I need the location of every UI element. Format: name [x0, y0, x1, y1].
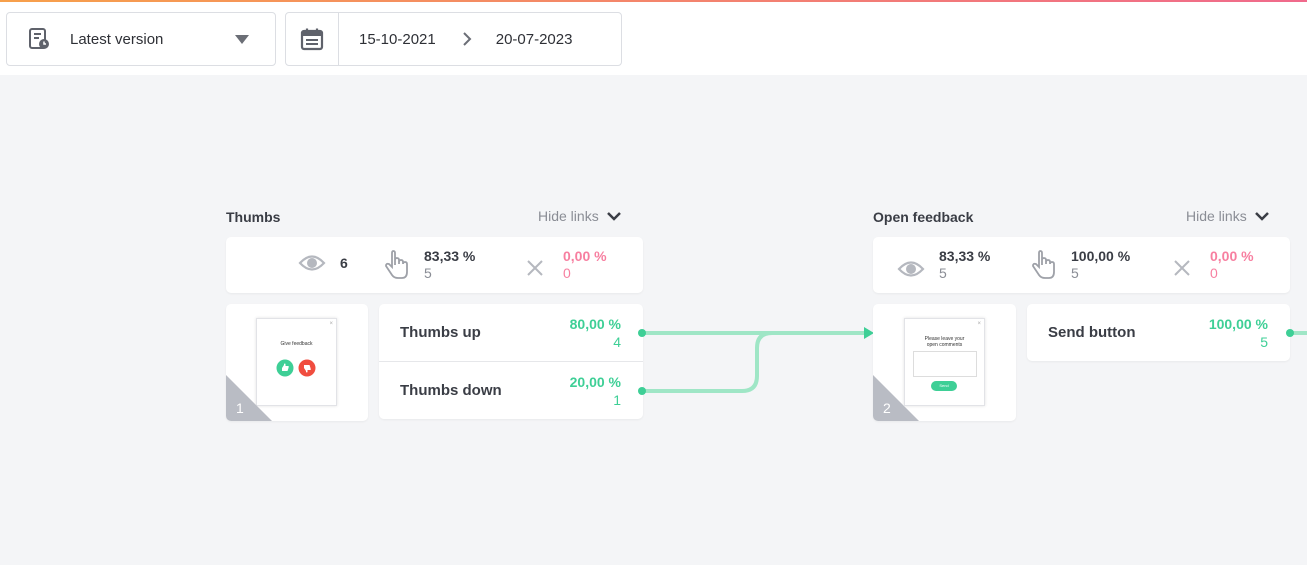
- chevron-down-icon: [606, 212, 621, 221]
- step-number-corner: [226, 375, 272, 421]
- option-pct: 80,00 %: [569, 316, 621, 332]
- views-value: 6: [340, 254, 348, 271]
- link-handle-thumbs-up[interactable]: [638, 329, 646, 337]
- hide-links-label: Hide links: [538, 208, 599, 224]
- interactions-stat: 100,00 % 5: [1029, 248, 1130, 282]
- chevron-down-icon: [1254, 212, 1269, 221]
- hide-links-label: Hide links: [1186, 208, 1247, 224]
- closed-count: 0: [1210, 265, 1218, 281]
- views-count: 5: [939, 265, 947, 281]
- interactions-count: 5: [1071, 265, 1079, 281]
- hand-pointer-icon: [385, 250, 408, 279]
- option-send-button[interactable]: Send button 100,00 % 5: [1027, 304, 1290, 362]
- hide-links-thumbs[interactable]: Hide links: [538, 208, 621, 224]
- closed-stat: 0,00 % 0: [525, 248, 607, 282]
- step-number-corner: [873, 375, 919, 421]
- preview-title: Please leave your open comments: [924, 336, 965, 348]
- step-preview-open-feedback[interactable]: × Please leave your open comments Send 2: [873, 304, 1016, 421]
- link-handle-send-button[interactable]: [1286, 329, 1294, 337]
- interactions-pct: 100,00 %: [1071, 248, 1131, 264]
- interactions-count: 5: [424, 265, 432, 281]
- step-title-thumbs: Thumbs: [226, 209, 281, 225]
- closed-pct: 0,00 %: [563, 248, 607, 264]
- hand-pointer-icon: [1032, 250, 1055, 279]
- option-label: Send button: [1048, 324, 1136, 341]
- step-number: 2: [883, 400, 891, 416]
- stats-card-thumbs: 6 83,33 % 5 0,00 % 0: [226, 237, 643, 293]
- option-count: 4: [613, 334, 621, 350]
- close-x-icon: [1174, 260, 1190, 276]
- interactions-pct: 83,33 %: [424, 248, 476, 264]
- option-label: Thumbs up: [400, 324, 481, 341]
- option-pct: 100,00 %: [1208, 316, 1268, 332]
- close-x-icon: [527, 260, 543, 276]
- option-count: 1: [613, 392, 621, 408]
- closed-pct: 0,00 %: [1210, 248, 1254, 264]
- views-stat: 83,33 % 5: [897, 248, 990, 282]
- step-title-open-feedback: Open feedback: [873, 209, 974, 225]
- link-thumbs-down: [643, 331, 866, 393]
- step-number: 1: [236, 400, 244, 416]
- preview-send-button: Send: [931, 381, 957, 391]
- preview-close-icon: ×: [329, 321, 333, 327]
- interactions-stat: 83,33 % 5: [382, 248, 475, 282]
- option-thumbs-down[interactable]: Thumbs down 20,00 % 1: [379, 362, 643, 420]
- eye-icon: [298, 255, 326, 271]
- closed-stat: 0,00 % 0: [1172, 248, 1254, 282]
- options-card-open-feedback: Send button 100,00 % 5: [1027, 304, 1290, 361]
- preview-textarea: [913, 351, 977, 377]
- preview-close-icon: ×: [977, 321, 981, 327]
- link-handle-thumbs-down[interactable]: [638, 387, 646, 395]
- preview-title: Give feedback: [280, 341, 313, 347]
- closed-count: 0: [563, 265, 571, 281]
- stats-card-open-feedback: 83,33 % 5 100,00 % 5 0,00 % 0: [873, 237, 1290, 293]
- hide-links-open-feedback[interactable]: Hide links: [1186, 208, 1269, 224]
- option-thumbs-up[interactable]: Thumbs up 80,00 % 4: [379, 304, 643, 362]
- step-preview-thumbs[interactable]: Give feedback × 1: [226, 304, 368, 421]
- views-pct: 83,33 %: [939, 248, 991, 264]
- option-pct: 20,00 %: [569, 374, 621, 390]
- views-stat: 6: [298, 253, 348, 273]
- option-label: Thumbs down: [400, 382, 502, 399]
- options-card-thumbs: Thumbs up 80,00 % 4 Thumbs down 20,00 % …: [379, 304, 643, 419]
- eye-icon: [897, 260, 925, 277]
- option-count: 5: [1260, 334, 1268, 350]
